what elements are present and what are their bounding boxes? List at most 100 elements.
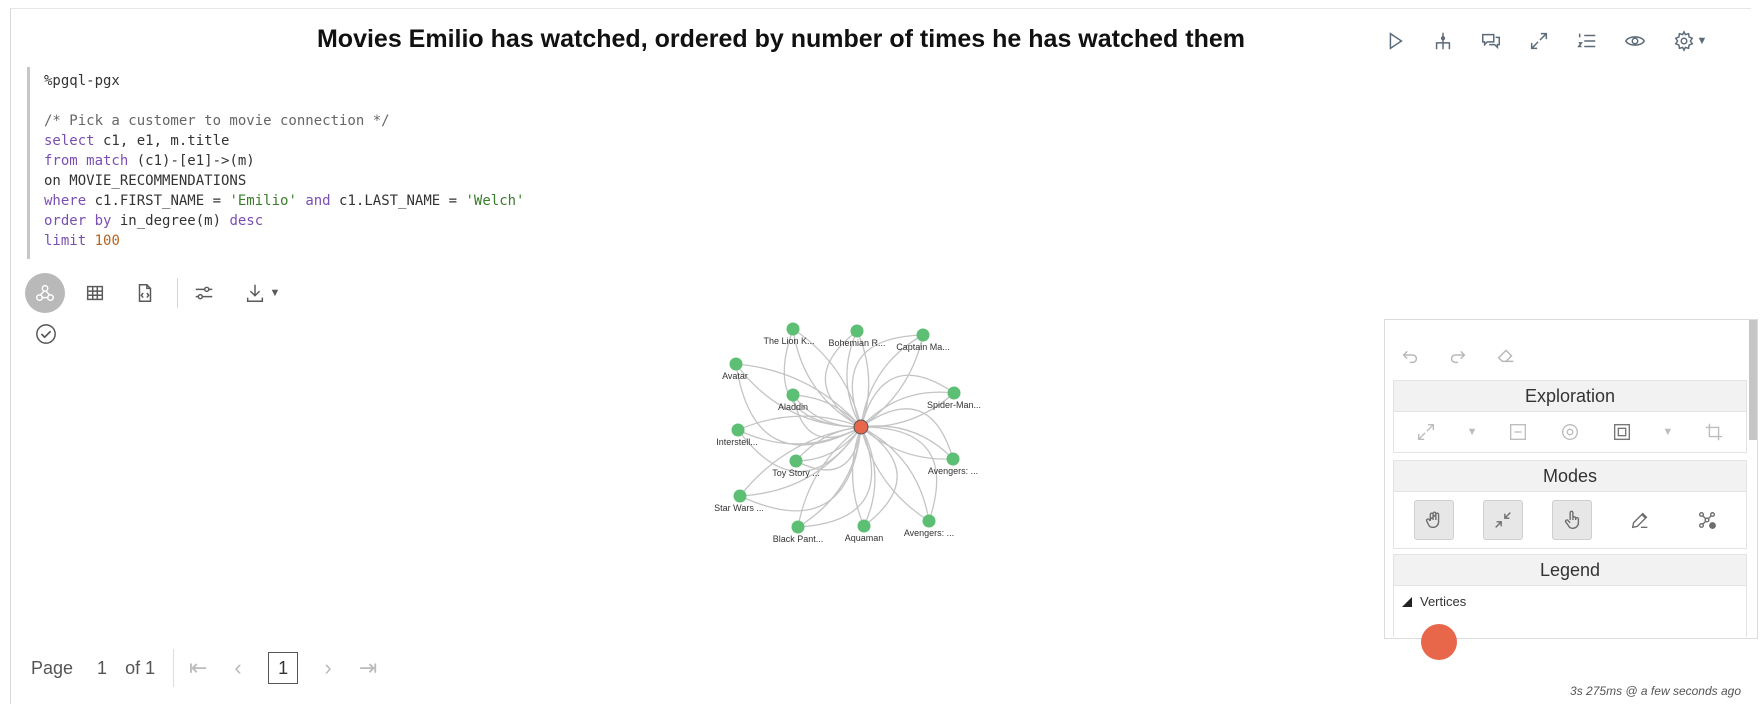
legend-vertex-swatch[interactable] <box>1421 624 1457 660</box>
history-controls <box>1399 344 1517 366</box>
graph-node[interactable] <box>786 388 800 402</box>
shrink-icon <box>1495 512 1512 528</box>
check-circle-icon[interactable] <box>35 323 57 345</box>
page-label: Page <box>31 657 74 678</box>
redo-icon[interactable] <box>1447 344 1469 366</box>
collapse-node-icon[interactable] <box>1507 421 1529 443</box>
pointer-hand-icon <box>1564 510 1580 529</box>
chevron-down-icon[interactable]: ▼ <box>1662 426 1673 438</box>
download-icon <box>246 284 263 302</box>
graph-node[interactable] <box>791 520 805 534</box>
code-keyword: where <box>44 193 87 209</box>
eraser-icon[interactable] <box>1495 344 1517 366</box>
crop-icon[interactable] <box>1703 421 1725 443</box>
graph-node[interactable] <box>916 328 930 342</box>
code-keyword: order by <box>44 213 112 229</box>
chevron-down-icon: ▼ <box>1696 35 1708 47</box>
edit-mode-button[interactable] <box>1621 501 1659 539</box>
expand-icon <box>1530 32 1548 50</box>
prev-page-icon[interactable]: ‹ <box>228 657 248 679</box>
graph-node[interactable] <box>729 357 743 371</box>
group-icon[interactable] <box>1611 421 1633 443</box>
code-keyword: select <box>44 133 95 149</box>
network-mode-button[interactable] <box>1688 501 1726 539</box>
compact-mode-button[interactable] <box>1483 500 1524 540</box>
graph-node[interactable] <box>731 423 745 437</box>
code-text: c1.LAST_NAME = <box>339 193 466 209</box>
first-page-icon[interactable]: ⇤ <box>188 657 208 679</box>
undo-icon[interactable] <box>1399 344 1421 366</box>
panel-scrollbar[interactable] <box>1749 320 1757 440</box>
last-page-icon[interactable]: ⇥ <box>358 657 378 679</box>
graph-node[interactable] <box>947 386 961 400</box>
paragraph-toolbar: ▼ <box>1381 27 1711 55</box>
graph-node[interactable] <box>946 452 960 466</box>
download-button[interactable]: ▼ <box>234 273 290 313</box>
graph-node[interactable] <box>922 514 936 528</box>
code-keyword: and <box>296 193 340 209</box>
table-view-button[interactable] <box>75 273 115 313</box>
graph-node[interactable] <box>733 489 747 503</box>
gear-icon <box>1674 30 1693 52</box>
code-view-button[interactable] <box>125 273 165 313</box>
vertices-group[interactable]: Vertices <box>1394 586 1746 609</box>
exploration-section: Exploration ▼ ▼ <box>1393 380 1747 453</box>
graph-node-label: Avengers: ... <box>904 528 954 538</box>
settings-button[interactable]: ▼ <box>1669 27 1711 55</box>
code-line-1: %pgql-pgx <box>44 73 120 89</box>
graph-edge[interactable] <box>860 426 938 522</box>
code-text: in_degree(m) <box>111 213 230 229</box>
graph-node-label: Interstell... <box>716 437 758 447</box>
next-page-icon[interactable]: › <box>318 657 338 679</box>
eye-icon <box>1625 36 1645 46</box>
expand-button[interactable] <box>1525 27 1553 55</box>
collapse-triangle-icon[interactable] <box>1402 596 1412 607</box>
graph-node-label: Captain Ma... <box>896 342 950 352</box>
graph-edge[interactable] <box>860 426 954 460</box>
comments-button[interactable] <box>1477 27 1505 55</box>
chevron-down-icon[interactable]: ▼ <box>1467 426 1478 438</box>
code-keyword: desc <box>229 213 264 229</box>
current-page-box[interactable]: 1 <box>268 652 299 684</box>
graph-node-label: Aladdin <box>778 402 808 412</box>
focus-icon[interactable] <box>1559 421 1581 443</box>
graph-node-label: Toy Story ... <box>772 468 820 478</box>
code-keyword: from match <box>44 153 129 169</box>
expand-node-icon[interactable] <box>1415 421 1437 443</box>
select-mode-button[interactable] <box>1551 500 1592 540</box>
graph-edge[interactable] <box>860 392 955 428</box>
graph-node-label: Star Wars ... <box>714 503 764 513</box>
code-line-2: /* Pick a customer to movie connection *… <box>44 113 390 129</box>
graph-structure-button[interactable] <box>1429 27 1457 55</box>
paragraph-title: Movies Emilio has watched, ordered by nu… <box>316 25 1245 53</box>
toolbar-divider <box>177 278 178 308</box>
chevron-down-icon: ▼ <box>269 287 281 299</box>
graph-view-button[interactable] <box>25 273 65 313</box>
notebook-paragraph: Movies Emilio has watched, ordered by nu… <box>10 8 1758 704</box>
graph-node[interactable] <box>786 322 800 336</box>
graph-node[interactable] <box>789 454 803 468</box>
modes-header: Modes <box>1394 461 1746 492</box>
modes-section: Modes <box>1393 460 1747 549</box>
visibility-button[interactable] <box>1621 27 1649 55</box>
pan-mode-button[interactable] <box>1414 500 1455 540</box>
graph-node-label: Avengers: ... <box>928 466 978 476</box>
list-numbered-icon <box>1577 33 1596 48</box>
graph-edge[interactable] <box>860 426 876 527</box>
network-settings-icon <box>1698 511 1716 529</box>
graph-edge[interactable] <box>860 425 954 460</box>
code-editor[interactable]: %pgql-pgx /* Pick a customer to movie co… <box>27 67 1750 259</box>
graph-node-label: Spider-Man... <box>927 400 981 410</box>
list-numbered-button[interactable] <box>1573 27 1601 55</box>
graph-node-label: Bohemian R... <box>828 338 885 348</box>
graph-node[interactable] <box>850 324 864 338</box>
hand-icon <box>1426 511 1440 529</box>
graph-node[interactable] <box>857 519 871 533</box>
graph-visualization[interactable]: The Lion K... Bohemian R... Captain Ma... A… <box>711 309 1051 649</box>
execution-time: 3s 275ms @ a few seconds ago <box>1570 684 1741 698</box>
graph-center-node[interactable] <box>853 419 869 435</box>
run-button[interactable] <box>1381 27 1409 55</box>
settings-sliders-button[interactable] <box>184 273 224 313</box>
graph-node-label: Avatar <box>722 371 748 381</box>
edit-icon <box>1631 512 1648 529</box>
